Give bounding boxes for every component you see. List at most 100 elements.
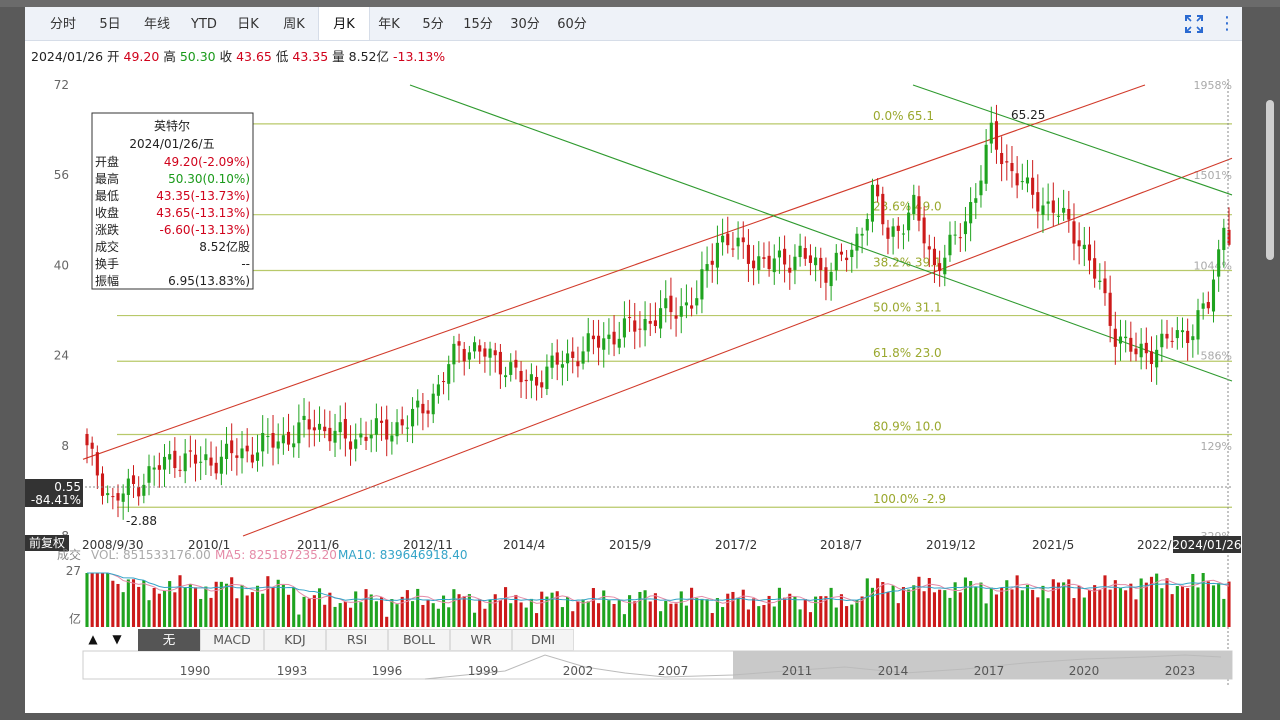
candle-body-128 bbox=[746, 244, 750, 264]
x-tick-6: 2017/2 bbox=[715, 538, 757, 552]
volume-bar-137 bbox=[793, 596, 797, 627]
volume-bar-36 bbox=[271, 587, 275, 627]
volume-bar-174 bbox=[984, 603, 988, 627]
nav-up-button[interactable]: ▲ bbox=[85, 629, 101, 649]
candle-body-94 bbox=[571, 351, 575, 358]
volume-bar-94 bbox=[571, 611, 575, 627]
candle-body-135 bbox=[783, 248, 787, 265]
volume-bar-15 bbox=[162, 590, 167, 627]
volume-bar-164 bbox=[932, 592, 937, 627]
candle-body-133 bbox=[772, 258, 776, 273]
volume-bar-81 bbox=[504, 587, 508, 627]
volume-bar-171 bbox=[969, 580, 973, 627]
volume-bar-192 bbox=[1077, 585, 1081, 627]
volume-bar-156 bbox=[891, 585, 895, 627]
candle-body-66 bbox=[426, 410, 430, 414]
candle-body-161 bbox=[917, 196, 921, 221]
volume-bar-100 bbox=[602, 590, 606, 627]
x-tick-current: 2024/01/26 bbox=[1172, 538, 1241, 552]
volume-bar-69 bbox=[442, 595, 446, 627]
volume-bar-63 bbox=[410, 601, 415, 627]
candle-body-43 bbox=[307, 419, 311, 430]
volume-bar-107 bbox=[638, 591, 642, 627]
volume-bar-131 bbox=[762, 605, 766, 627]
volume-bar-47 bbox=[328, 592, 332, 627]
fib-label-2: 38.2% 39.1 bbox=[873, 255, 942, 269]
volume-bar-87 bbox=[535, 613, 539, 627]
candle-body-86 bbox=[529, 374, 533, 381]
candle-body-54 bbox=[364, 436, 368, 441]
y-tick-2: 40 bbox=[54, 258, 69, 272]
tooltip-value-4: -6.60(-13.13%) bbox=[160, 223, 251, 237]
indicator-tab-2[interactable]: KDJ bbox=[264, 629, 326, 651]
volume-bar-118 bbox=[695, 598, 699, 627]
indicator-tab-5[interactable]: WR bbox=[450, 629, 512, 651]
volume-bar-6 bbox=[116, 583, 120, 627]
candle-body-195 bbox=[1093, 258, 1097, 279]
crosshair-price: 0.55 bbox=[54, 480, 81, 494]
candle-body-95 bbox=[576, 361, 580, 367]
candle-body-42 bbox=[302, 415, 306, 421]
candle-body-147 bbox=[845, 257, 849, 261]
page-scrollbar[interactable] bbox=[1266, 100, 1274, 260]
tooltip-key-3: 收盘 bbox=[95, 205, 119, 220]
volume-bar-181 bbox=[1020, 590, 1024, 627]
candle-body-15 bbox=[162, 456, 167, 470]
candle-body-109 bbox=[648, 320, 652, 324]
fib-label-5: 80.9% 10.0 bbox=[873, 420, 942, 434]
indicator-tab-1[interactable]: MACD bbox=[200, 629, 264, 651]
candle-body-192 bbox=[1077, 240, 1081, 247]
candle-body-77 bbox=[483, 348, 487, 357]
candle-body-193 bbox=[1082, 244, 1086, 250]
candle-body-151 bbox=[865, 219, 869, 231]
volume-bar-148 bbox=[850, 604, 854, 627]
candle-body-100 bbox=[602, 338, 606, 350]
nav-down-button[interactable]: ▼ bbox=[109, 629, 125, 649]
candlestick-chart[interactable]: 0.0% 65.123.6% 49.038.2% 39.150.0% 31.16… bbox=[25, 7, 1242, 707]
candle-body-49 bbox=[338, 422, 342, 433]
volume-bar-183 bbox=[1031, 589, 1035, 627]
candle-body-165 bbox=[938, 263, 942, 271]
candle-body-104 bbox=[622, 318, 626, 338]
candle-body-40 bbox=[292, 443, 296, 448]
candle-body-55 bbox=[369, 434, 373, 439]
x-tick-4: 2014/4 bbox=[503, 538, 545, 552]
candle-body-18 bbox=[178, 469, 182, 471]
overview-year-8: 2017 bbox=[974, 664, 1005, 678]
candle-body-152 bbox=[870, 184, 874, 222]
volume-bar-25 bbox=[214, 581, 218, 627]
volume-bar-62 bbox=[405, 590, 409, 627]
volume-bar-210 bbox=[1170, 594, 1174, 627]
indicator-tab-0[interactable]: 无 bbox=[138, 629, 200, 651]
candle-body-176 bbox=[994, 121, 999, 150]
candle-body-168 bbox=[953, 234, 957, 236]
volume-bar-48 bbox=[333, 606, 337, 627]
volume-bar-220 bbox=[1222, 598, 1226, 627]
candle-body-35 bbox=[266, 436, 270, 438]
indicator-tab-6[interactable]: DMI bbox=[512, 629, 574, 651]
candle-body-46 bbox=[323, 426, 327, 432]
candle-body-127 bbox=[741, 237, 745, 243]
candle-body-169 bbox=[958, 237, 962, 239]
volume-bar-98 bbox=[591, 588, 595, 627]
x-tick-9: 2021/5 bbox=[1032, 538, 1074, 552]
candle-body-116 bbox=[684, 302, 688, 306]
candle-body-31 bbox=[245, 445, 249, 452]
volume-bar-103 bbox=[617, 600, 621, 627]
volume-bar-134 bbox=[777, 587, 781, 627]
candle-body-28 bbox=[230, 440, 234, 454]
overview-year-5: 2007 bbox=[658, 664, 689, 678]
indicator-tab-4[interactable]: BOLL bbox=[388, 629, 450, 651]
indicator-tab-3[interactable]: RSI bbox=[326, 629, 388, 651]
candle-body-99 bbox=[597, 335, 601, 348]
candle-body-134 bbox=[777, 250, 781, 258]
candle-body-60 bbox=[395, 422, 399, 437]
volume-bar-124 bbox=[726, 593, 730, 627]
candle-body-211 bbox=[1175, 330, 1179, 339]
candle-body-76 bbox=[478, 345, 482, 352]
fib-label-4: 61.8% 23.0 bbox=[873, 346, 942, 360]
volume-bar-200 bbox=[1118, 587, 1123, 627]
volume-bar-144 bbox=[829, 587, 833, 627]
volume-bar-158 bbox=[901, 587, 906, 627]
candle-body-87 bbox=[535, 376, 539, 386]
